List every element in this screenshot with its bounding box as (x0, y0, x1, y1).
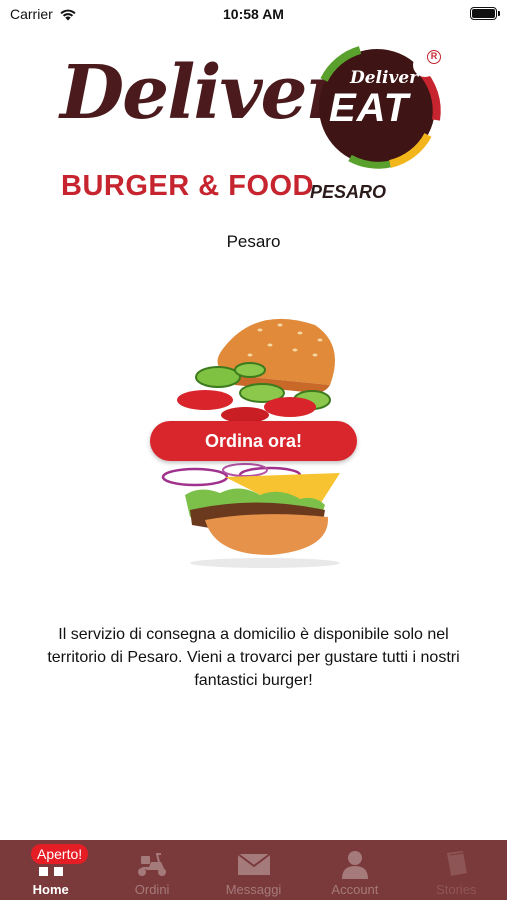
battery-icon (470, 7, 500, 20)
status-bar: Carrier 10:58 AM (0, 0, 507, 28)
delivery-info-text: Il servizio di consegna a domicilio è di… (47, 626, 460, 689)
tab-stories[interactable]: Stories (406, 840, 507, 900)
envelope-icon (236, 849, 271, 879)
tab-label: Account (331, 882, 379, 897)
city-label: Pesaro (226, 232, 281, 251)
tab-messaggi[interactable]: Messaggi (203, 840, 304, 900)
tab-label: Stories (436, 882, 477, 897)
brand-logo: Deliver BURGER & FOOD PESARO Deliver EAT… (55, 40, 455, 215)
logo-location: PESARO (310, 182, 387, 202)
person-icon (338, 849, 372, 879)
book-icon (439, 849, 473, 879)
order-now-button[interactable]: Ordina ora! (150, 421, 357, 461)
tab-ordini[interactable]: Ordini (101, 840, 202, 900)
tab-label: Ordini (134, 882, 170, 897)
open-status-badge: Aperto! (31, 844, 89, 864)
tab-home[interactable]: Aperto! Home (0, 840, 101, 900)
logo-subtitle: BURGER & FOOD (61, 170, 314, 202)
logo-title: Deliver (60, 50, 345, 136)
registered-mark: R (427, 50, 441, 64)
logo-badge-top: Deliver (350, 68, 419, 88)
tab-bar: Aperto! Home Ordini Messaggi Account Sto… (0, 840, 507, 900)
tab-label: Messaggi (225, 882, 282, 897)
logo-badge-main: EAT (329, 86, 410, 130)
scooter-icon (135, 849, 169, 879)
tab-label: Home (32, 882, 69, 897)
tab-account[interactable]: Account (304, 840, 405, 900)
status-time: 10:58 AM (223, 6, 284, 22)
